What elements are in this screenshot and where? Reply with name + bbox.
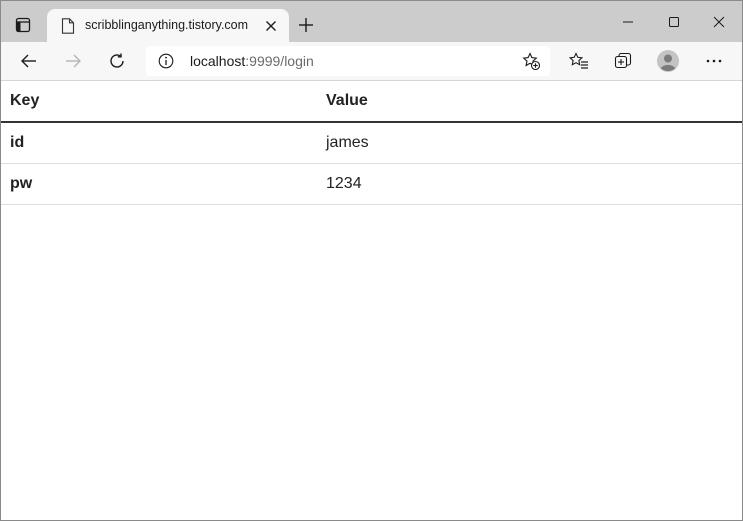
row-value: 1234: [318, 163, 742, 205]
url-path: :9999/login: [245, 53, 314, 69]
minimize-icon[interactable]: [617, 11, 639, 33]
table-row: id james: [1, 122, 742, 164]
back-arrow-icon[interactable]: [18, 50, 40, 72]
url-host: localhost: [190, 53, 246, 69]
header-value: Value: [318, 81, 742, 123]
header-key: Key: [1, 81, 318, 123]
active-tab[interactable]: scribblinganything.tistory.com: [47, 9, 289, 42]
browser-window: scribblinganything.tistory.com localhost…: [0, 0, 743, 521]
profile-avatar-icon[interactable]: [657, 50, 679, 72]
favorites-icon[interactable]: [568, 50, 590, 72]
add-favorite-icon[interactable]: [522, 52, 541, 71]
tab-strip: scribblinganything.tistory.com: [1, 1, 742, 42]
info-icon[interactable]: [158, 53, 174, 69]
table-header-row: Key Value: [1, 81, 742, 123]
more-icon[interactable]: [703, 50, 725, 72]
row-value: james: [318, 122, 742, 164]
page-icon: [61, 18, 75, 34]
address-bar[interactable]: localhost:9999/login: [146, 46, 550, 76]
tab-title: scribblinganything.tistory.com: [85, 18, 249, 32]
close-icon[interactable]: [263, 18, 279, 34]
key-value-table: Key Value id james pw 1234: [1, 81, 742, 205]
tab-actions-icon[interactable]: [13, 15, 33, 35]
page-content: Key Value id james pw 1234: [1, 81, 742, 520]
collections-icon[interactable]: [612, 50, 634, 72]
table-row: pw 1234: [1, 163, 742, 205]
row-key: pw: [1, 163, 318, 205]
row-key: id: [1, 122, 318, 164]
plus-icon[interactable]: [297, 16, 315, 34]
maximize-icon[interactable]: [663, 11, 685, 33]
forward-arrow-icon[interactable]: [62, 50, 84, 72]
window-close-icon[interactable]: [708, 11, 730, 33]
navigation-toolbar: localhost:9999/login: [1, 42, 742, 81]
url-text[interactable]: localhost:9999/login: [190, 53, 314, 69]
reload-icon[interactable]: [106, 50, 128, 72]
